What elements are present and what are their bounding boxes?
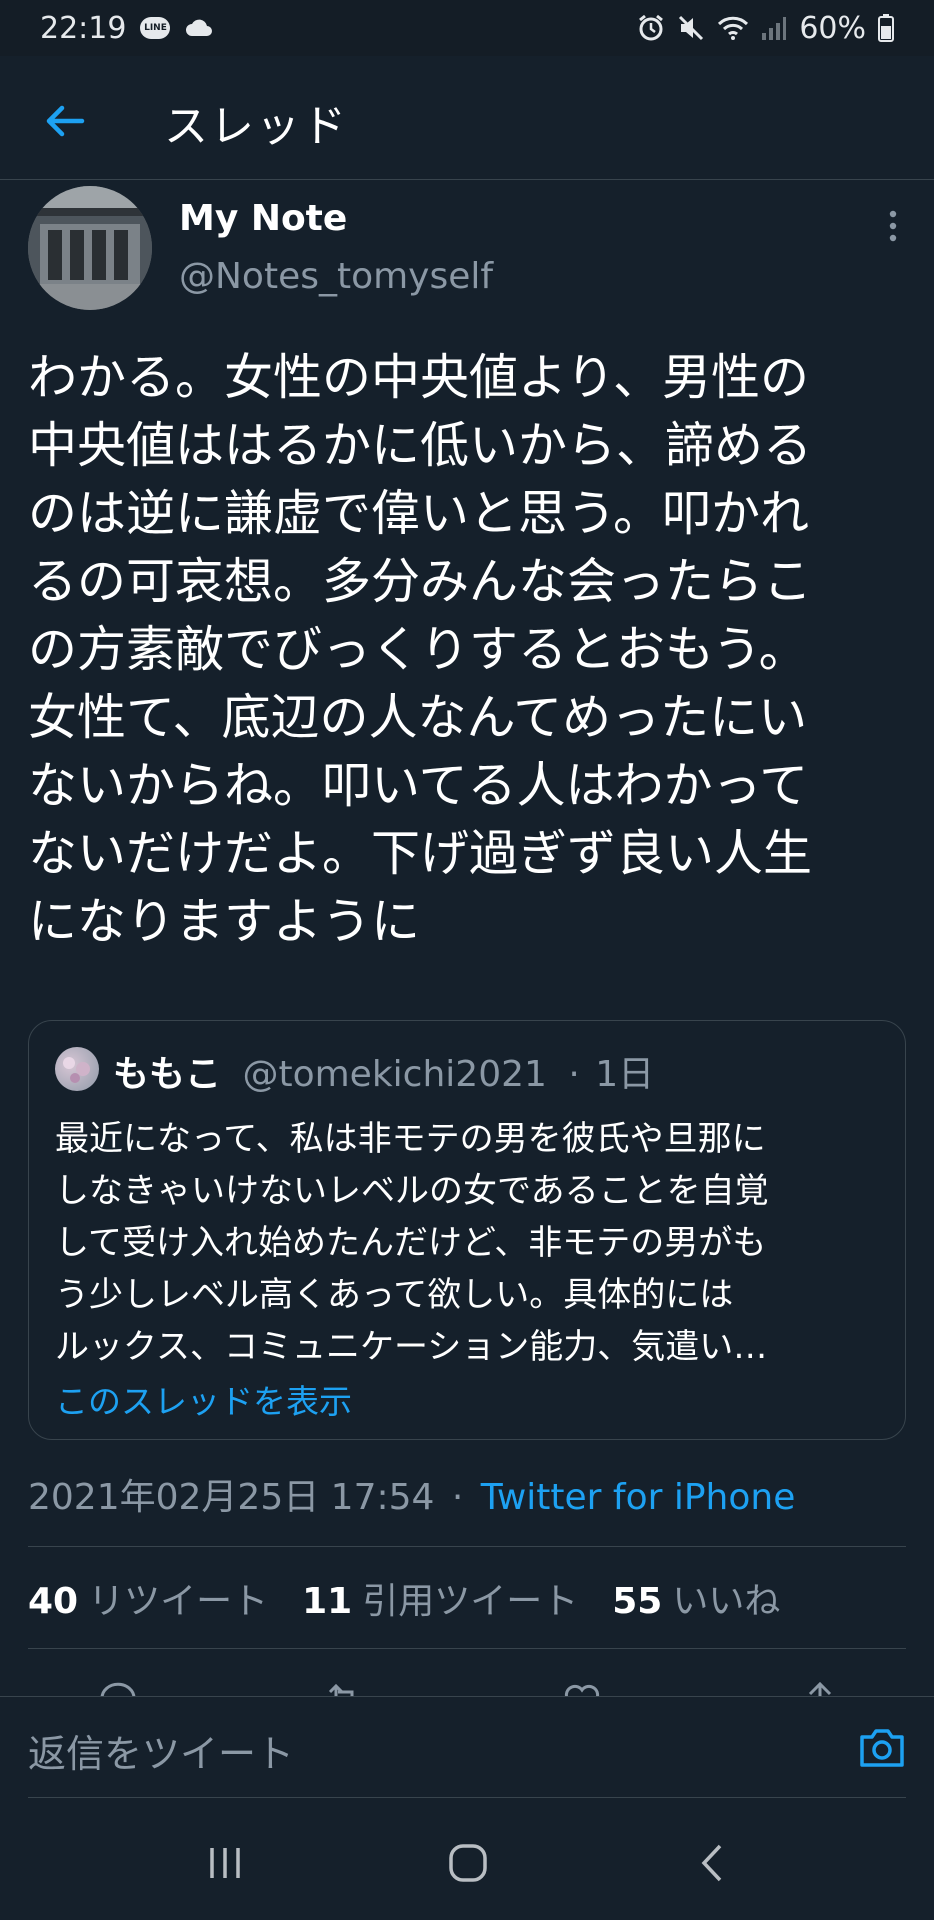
app-header: スレッド	[0, 56, 934, 180]
avatar[interactable]	[28, 186, 152, 310]
quoted-tweet[interactable]: ももこ @tomekichi2021 · 1日 最近になって、私は非モテの男を彼…	[28, 1020, 906, 1440]
battery-percent: 60%	[799, 10, 866, 46]
reply-underline	[28, 1797, 906, 1798]
show-thread-link[interactable]: このスレッドを表示	[55, 1375, 352, 1423]
action-bar	[0, 1678, 934, 1698]
quoted-name: ももこ	[113, 1054, 222, 1095]
meta-separator: ·	[451, 1477, 464, 1518]
tweet-source-link[interactable]: Twitter for iPhone	[481, 1477, 796, 1518]
divider	[28, 1546, 906, 1547]
camera-button[interactable]	[858, 1725, 906, 1769]
quoted-age: 1日	[595, 1054, 655, 1095]
mute-icon	[677, 14, 705, 42]
retweet-icon[interactable]	[322, 1678, 366, 1698]
line-icon: LINE	[140, 17, 171, 39]
recent-apps-icon	[210, 1848, 240, 1878]
likes-stat[interactable]: 55 いいね	[612, 1572, 780, 1624]
tweet-author: My Note @Notes_tomyself	[28, 186, 908, 316]
author-name[interactable]: My Note	[179, 198, 347, 239]
share-icon[interactable]	[798, 1678, 842, 1698]
building-photo-icon	[28, 186, 152, 310]
like-icon[interactable]	[560, 1678, 604, 1698]
tweet-timestamp: 2021年02月25日 17:54	[28, 1477, 435, 1518]
alarm-icon	[637, 14, 665, 42]
divider	[28, 1648, 906, 1649]
tweet-meta: 2021年02月25日 17:54 · Twitter for iPhone	[28, 1468, 795, 1520]
chevron-left-icon	[701, 1844, 722, 1882]
system-nav-bar	[0, 1806, 934, 1920]
author-handle[interactable]: @Notes_tomyself	[179, 256, 493, 297]
retweets-stat[interactable]: 40 リツイート	[28, 1572, 268, 1624]
more-options-button[interactable]	[878, 206, 908, 246]
recent-apps-button[interactable]	[200, 1838, 250, 1888]
tweet-text: わかる。女性の中央値より、男性の 中央値ははるかに低いから、諦める のは逆に謙虚…	[28, 349, 813, 950]
arrow-left-icon	[46, 105, 85, 137]
quoted-header: ももこ @tomekichi2021 · 1日	[113, 1045, 654, 1097]
more-vertical-icon	[889, 210, 897, 242]
cloud-icon	[184, 18, 214, 38]
status-bar: 22:19 LINE 60%	[0, 0, 934, 56]
home-icon	[449, 1844, 487, 1882]
camera-icon	[860, 1729, 904, 1767]
battery-icon	[878, 14, 894, 42]
quoted-text: 最近になって、私は非モテの男を彼氏や旦那に しなきゃいけないレベルの女であること…	[55, 1119, 769, 1367]
back-nav-button[interactable]	[688, 1838, 738, 1888]
reply-input[interactable]: 返信をツイート	[28, 1723, 294, 1778]
page-title: スレッド	[164, 101, 348, 152]
reply-bar: 返信をツイート	[0, 1696, 934, 1798]
reply-icon[interactable]	[96, 1678, 140, 1698]
quoted-avatar	[55, 1047, 99, 1091]
back-button[interactable]	[40, 96, 90, 146]
wifi-icon	[717, 15, 749, 41]
clock: 22:19	[40, 10, 127, 46]
quoted-dot: ·	[568, 1054, 580, 1095]
home-button[interactable]	[443, 1838, 493, 1888]
signal-icon	[761, 15, 787, 41]
tweet-stats: 40 リツイート 11 引用ツイート 55 いいね	[28, 1572, 780, 1624]
quoted-handle: @tomekichi2021	[242, 1054, 547, 1095]
quote-tweets-stat[interactable]: 11 引用ツイート	[302, 1572, 578, 1624]
